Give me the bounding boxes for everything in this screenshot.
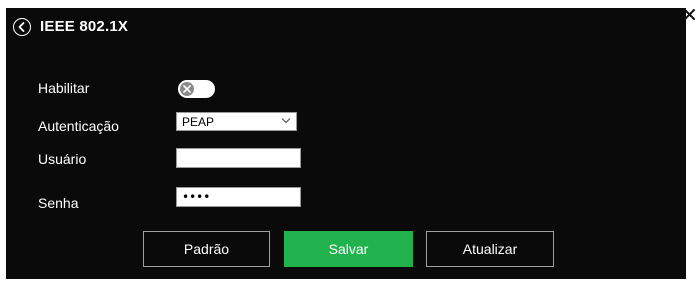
username-input[interactable]	[176, 148, 301, 168]
toggle-knob	[180, 82, 194, 96]
password-input[interactable]: ••••	[176, 187, 301, 207]
password-label: Senha	[38, 195, 79, 211]
authentication-label: Autenticação	[38, 118, 119, 134]
refresh-button[interactable]: Atualizar	[426, 231, 554, 267]
enable-label: Habilitar	[38, 80, 90, 96]
save-button[interactable]: Salvar	[284, 231, 413, 267]
ieee8021x-panel: IEEE 802.1X Habilitar Autenticação PEAP …	[6, 8, 686, 279]
chevron-down-icon	[281, 118, 291, 124]
enable-toggle[interactable]	[178, 80, 215, 98]
authentication-select[interactable]: PEAP	[176, 112, 297, 131]
authentication-selected-value: PEAP	[182, 115, 215, 129]
toggle-off-x-icon	[183, 85, 191, 93]
panel-header: IEEE 802.1X	[6, 8, 686, 44]
back-icon[interactable]	[13, 18, 31, 36]
page-title: IEEE 802.1X	[40, 18, 129, 35]
default-button[interactable]: Padrão	[143, 231, 270, 267]
close-icon[interactable]	[683, 8, 696, 21]
username-label: Usuário	[38, 151, 87, 167]
